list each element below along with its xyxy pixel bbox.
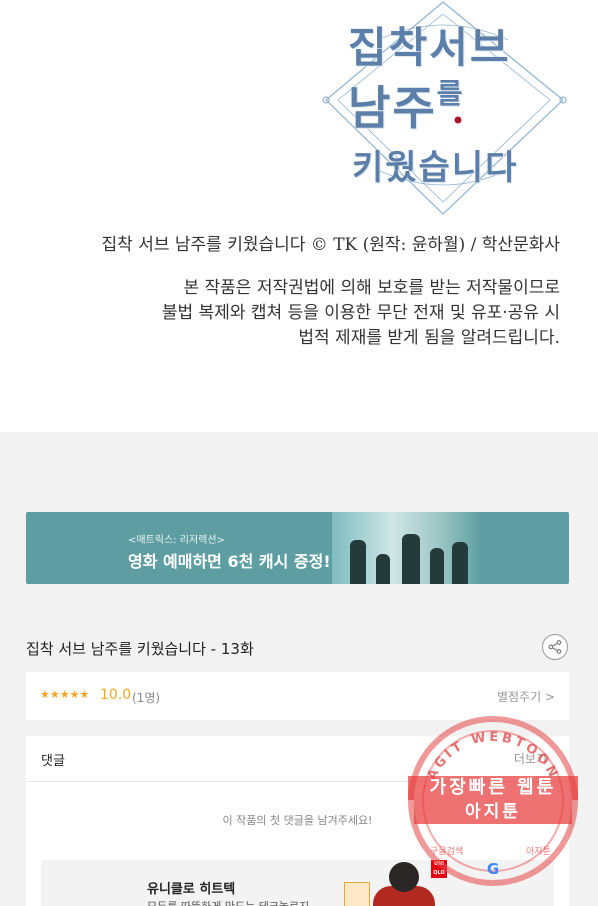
logo-line-3: 키웠습니다: [352, 148, 519, 188]
notice-line: 법적 제재를 받게 됨을 알려드립니다.: [298, 328, 560, 348]
comments-label: 댓글: [41, 754, 65, 769]
stamp-bottom-left: 구글검색: [430, 847, 464, 857]
stamp-line-2: 아지툰: [414, 800, 572, 824]
episode-title: 집착 서브 남주를 키웠습니다 - 13화: [26, 640, 254, 658]
title-logo: 집착서브 남주를 키웠습니다: [318, 0, 573, 218]
comic-panel: 집착서브 남주를 키웠습니다 집착 서브 남주를 키웠습니다 © TK (원작:…: [0, 0, 598, 432]
stamp-arc-label: AGIT WEBTOON: [424, 730, 558, 783]
logo-line-1: 집착서브: [348, 23, 511, 72]
ad-description: 모두를 따뜻하게 만드는 테크놀로지: [147, 898, 309, 906]
banner-subtitle: <매트릭스: 리저렉션>: [128, 535, 225, 546]
copyright-notice: 본 작품은 저작권법에 의해 보호를 받는 저작물이므로 불법 복제와 캡쳐 등…: [80, 276, 560, 351]
banner-title: 영화 예매하면 6천 캐시 증정!: [128, 552, 331, 571]
google-icon: G: [486, 860, 500, 878]
promo-banner[interactable]: <매트릭스: 리저렉션> 영화 예매하면 6천 캐시 증정!: [26, 512, 569, 584]
watermark-stamp: AGIT WEBTOON 가장빠른 웹툰 아지툰 구글검색 아지툰 G: [408, 716, 578, 886]
star-rating-icon: ★★★★★: [40, 688, 90, 701]
banner-figure: [350, 540, 366, 584]
stamp-bottom-right: 아지툰: [526, 847, 551, 857]
share-icon: [548, 640, 562, 654]
banner-figure: [452, 542, 468, 584]
rate-button[interactable]: 별점주기 >: [497, 688, 555, 705]
stamp-line-1: 가장빠른 웹툰: [408, 776, 578, 800]
share-button[interactable]: [542, 634, 568, 660]
svg-text:AGIT WEBTOON: AGIT WEBTOON: [424, 730, 561, 783]
rating-count: (1명): [132, 691, 161, 705]
rating-score: 10.0: [100, 687, 132, 703]
rating-bar: ★★★★★ 10.0 (1명) 별점주기 >: [26, 672, 569, 720]
banner-image: [332, 512, 482, 584]
copyright-credit: 집착 서브 남주를 키웠습니다 © TK (원작: 윤하월) / 학산문화사: [101, 235, 560, 255]
notice-line: 불법 복제와 캡쳐 등을 이용한 무단 전재 및 유포·공유 시: [161, 303, 560, 323]
banner-figure: [402, 534, 420, 584]
logo-line-2-small: 를: [436, 77, 465, 110]
logo-line-2-main: 남주: [348, 81, 437, 135]
logo-line-2: 남주를: [348, 72, 464, 138]
heattech-pack-image: [344, 882, 370, 906]
banner-figure: [430, 548, 444, 584]
notice-line: 본 작품은 저작권법에 의해 보호를 받는 저작물이므로: [183, 278, 560, 298]
ad-title: 유니클로 히트텍: [147, 882, 236, 897]
banner-figure: [376, 554, 390, 584]
